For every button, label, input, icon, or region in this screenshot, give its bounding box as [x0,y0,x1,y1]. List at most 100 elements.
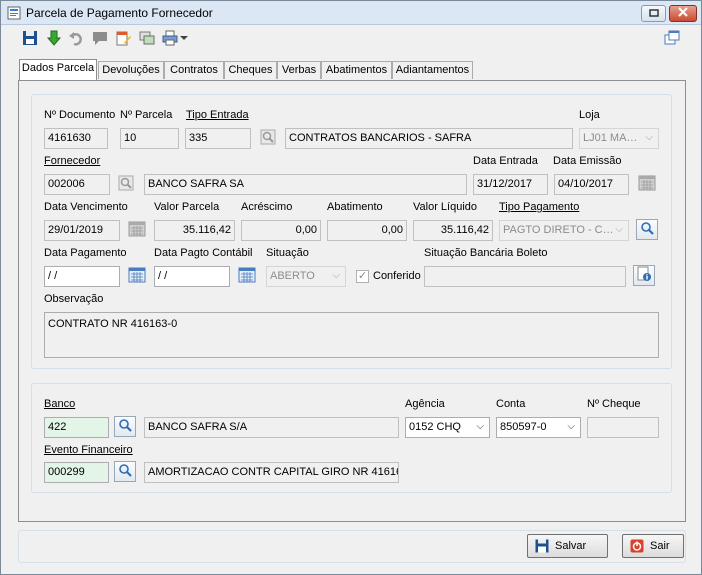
tipo-entrada-label[interactable]: Tipo Entrada [186,109,249,121]
data-emissao-calendar-button[interactable] [636,174,658,195]
tab-abatimentos[interactable]: Abatimentos [321,61,392,79]
valor-liquido-label: Valor Líquido [413,201,478,213]
banco-code-field[interactable]: 422 [44,417,109,438]
data-vencimento-calendar-button[interactable] [126,220,148,241]
banco-label[interactable]: Banco [44,398,75,410]
n-parcela-field[interactable]: 10 [120,128,179,149]
chevron-down-icon: ⌵ [476,421,484,432]
save-icon[interactable] [21,29,39,47]
conferido-checkbox[interactable]: ✓ [356,270,369,283]
loja-value: LJ01 MA… [583,132,638,144]
acrescimo-field[interactable]: 0,00 [241,220,321,241]
fornecedor-code-field[interactable]: 002006 [44,174,110,195]
data-pagto-contabil-calendar-button[interactable] [236,266,258,287]
tipo-pagamento-select[interactable]: PAGTO DIRETO - C… ⌵ [499,220,629,241]
data-pagto-contabil-field[interactable]: / / [154,266,230,287]
tipo-entrada-code-field[interactable]: 335 [185,128,251,149]
abatimento-field[interactable]: 0,00 [327,220,407,241]
edit-document-icon[interactable] [114,29,132,47]
sair-button[interactable]: Sair [622,534,684,558]
tipo-pagamento-value: PAGTO DIRETO - C… [503,224,614,236]
calendar-icon [128,267,146,286]
valor-liquido-field[interactable]: 35.116,42 [413,220,493,241]
chevron-down-icon: ⌵ [645,132,653,143]
tab-adiantamentos[interactable]: Adiantamentos [392,61,473,79]
comment-icon[interactable] [91,29,109,47]
banco-name-field[interactable]: BANCO SAFRA S/A [144,417,399,438]
loja-select[interactable]: LJ01 MA… ⌵ [579,128,659,149]
search-icon [117,462,133,481]
layers-icon[interactable] [138,29,156,47]
n-cheque-label: Nº Cheque [587,398,641,410]
fornecedor-name-field[interactable]: BANCO SAFRA SA [144,174,467,195]
agencia-value: 0152 CHQ [409,421,461,433]
tab-contratos[interactable]: Contratos [164,61,224,79]
situacao-bancaria-field[interactable] [424,266,626,287]
tab-cheques[interactable]: Cheques [224,61,277,79]
data-vencimento-label: Data Vencimento [44,201,128,213]
undo-icon[interactable] [67,29,85,47]
situacao-bancaria-label: Situação Bancária Boleto [424,247,548,259]
save-icon [534,539,549,554]
data-entrada-label: Data Entrada [473,155,538,167]
application-window: Parcela de Pagamento Fornecedor Dados Pa… [0,0,702,575]
data-pagamento-label: Data Pagamento [44,247,127,259]
observacao-label: Observação [44,293,104,305]
salvar-label: Salvar [555,540,587,552]
situacao-label: Situação [266,247,309,259]
fornecedor-search-button[interactable] [115,174,137,195]
data-entrada-field[interactable]: 31/12/2017 [473,174,548,195]
valor-parcela-label: Valor Parcela [154,201,220,213]
document-info-icon [636,266,652,285]
n-parcela-label: Nº Parcela [120,109,173,121]
search-icon [117,417,133,436]
calendar-icon [638,175,656,194]
chevron-down-icon: ⌵ [567,421,575,432]
calendar-icon [128,221,146,240]
title-bar: Parcela de Pagamento Fornecedor [1,1,701,25]
evento-desc-field[interactable]: AMORTIZACAO CONTR CAPITAL GIRO NR 416163… [144,462,399,483]
restore-button[interactable] [641,5,666,22]
salvar-button[interactable]: Salvar [527,534,608,558]
evento-search-button[interactable] [114,461,136,482]
n-cheque-field[interactable] [587,417,659,438]
n-documento-label: Nº Documento [44,109,116,121]
tab-dados-parcela[interactable]: Dados Parcela [19,59,97,80]
evento-financeiro-label[interactable]: Evento Financeiro [44,444,133,456]
data-emissao-field[interactable]: 04/10/2017 [554,174,629,195]
tab-verbas[interactable]: Verbas [277,61,321,79]
abatimento-label: Abatimento [327,201,383,213]
close-button[interactable] [669,5,697,22]
print-icon[interactable] [161,29,179,47]
conta-label: Conta [496,398,526,410]
download-arrow-icon[interactable] [45,29,63,47]
situacao-select[interactable]: ABERTO ⌵ [266,266,346,287]
tipo-entrada-desc-field[interactable]: CONTRATOS BANCARIOS - SAFRA [285,128,573,149]
acrescimo-label: Acréscimo [241,201,293,213]
windows-icon[interactable] [663,29,681,47]
dropdown-icon[interactable] [178,29,190,47]
banco-search-button[interactable] [114,416,136,437]
observacao-textarea[interactable]: CONTRATO NR 416163-0 [44,312,659,358]
restore-icon [648,8,659,20]
data-pagamento-calendar-button[interactable] [126,266,148,287]
tipo-entrada-search-button[interactable] [257,128,279,149]
fornecedor-label[interactable]: Fornecedor [44,155,100,167]
tipo-pagamento-search-button[interactable] [636,219,658,240]
data-vencimento-field[interactable]: 29/01/2019 [44,220,120,241]
power-icon [629,539,644,554]
conta-select[interactable]: 850597-0 ⌵ [496,417,581,438]
n-documento-field[interactable]: 4161630 [44,128,108,149]
search-icon [260,129,276,148]
app-icon [7,6,21,20]
data-pagamento-field[interactable]: / / [44,266,120,287]
sair-label: Sair [650,540,670,552]
situacao-bancaria-info-button[interactable] [633,265,655,286]
tab-devolucoes[interactable]: Devoluções [98,61,164,79]
valor-parcela-field[interactable]: 35.116,42 [154,220,235,241]
agencia-select[interactable]: 0152 CHQ ⌵ [405,417,490,438]
chevron-down-icon: ⌵ [332,270,340,281]
data-pagto-contabil-label: Data Pagto Contábil [154,247,253,259]
evento-code-field[interactable]: 000299 [44,462,109,483]
tipo-pagamento-label[interactable]: Tipo Pagamento [499,201,579,213]
